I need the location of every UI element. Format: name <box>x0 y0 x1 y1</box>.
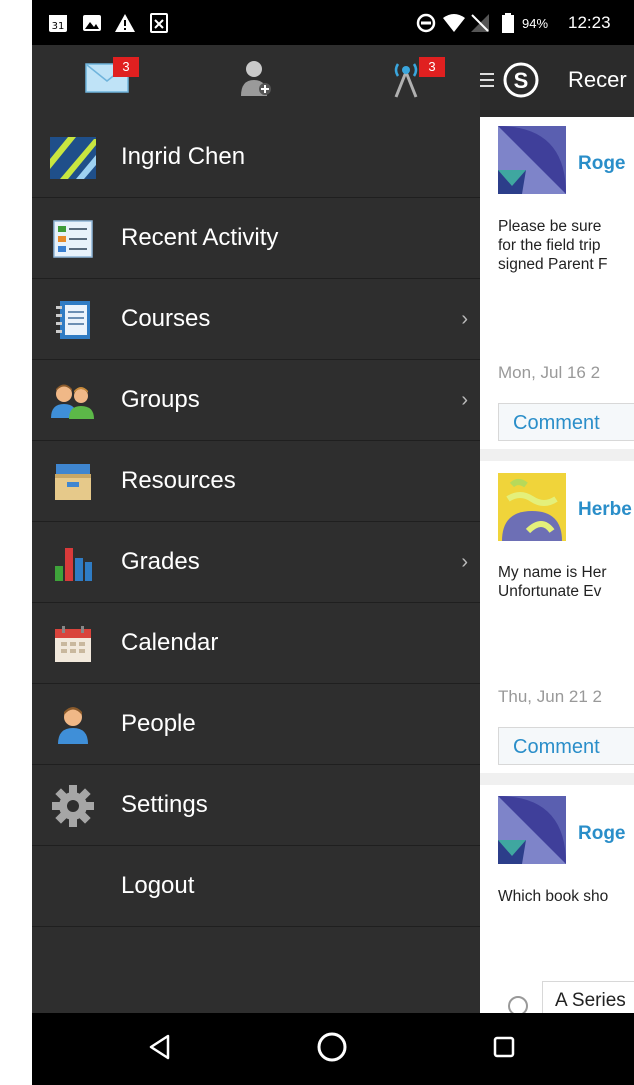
calendar-icon <box>50 623 96 665</box>
chevron-right-icon: › <box>461 308 468 330</box>
app-title: Recer <box>568 67 627 92</box>
post-author[interactable]: Roge <box>578 153 626 175</box>
drawer-item-label: Courses <box>121 305 211 332</box>
chevron-right-icon: › <box>461 389 468 411</box>
comment-button[interactable]: Comment <box>498 403 634 441</box>
notifications-badge: 3 <box>419 57 445 77</box>
post-body: Please be sure for the field trip signed… <box>498 217 634 274</box>
post-date: Mon, Jul 16 2 <box>498 363 601 382</box>
wifi-icon <box>442 13 466 33</box>
no-signal-icon <box>470 13 490 33</box>
drawer-item-label: Settings <box>121 791 208 818</box>
post-body: My name is Her Unfortunate Ev <box>498 563 634 601</box>
post-line: Please be sure <box>498 218 602 235</box>
person-icon <box>50 704 96 746</box>
poll-radio-button[interactable] <box>508 996 528 1013</box>
clock-time: 12:23 <box>568 13 611 32</box>
screen: 31 94% 12:23 3 3 Ingrid Chen Recent Acti… <box>0 0 634 1085</box>
system-navigation-bar <box>32 1013 634 1085</box>
dismiss-notification-icon <box>150 13 168 33</box>
bar-chart-icon <box>50 542 96 584</box>
drawer-item-settings[interactable]: Settings <box>32 765 480 846</box>
messages-button[interactable]: 3 <box>67 51 147 109</box>
home-circle-icon <box>316 1031 348 1068</box>
drawer-item-logout[interactable]: Logout <box>32 846 480 927</box>
drawer-item-profile[interactable]: Ingrid Chen <box>32 117 480 198</box>
drawer-item-label: Ingrid Chen <box>121 143 246 170</box>
drawer-item-recent-activity[interactable]: Recent Activity <box>32 198 480 279</box>
hamburger-menu-icon[interactable] <box>480 69 494 96</box>
home-button[interactable] <box>312 1031 352 1067</box>
drawer-item-label: Calendar <box>121 629 219 656</box>
signal-tower-icon <box>389 58 423 103</box>
drawer-item-resources[interactable]: Resources <box>32 441 480 522</box>
back-button[interactable] <box>140 1031 180 1067</box>
add-person-icon <box>239 58 273 103</box>
post-body: Which book sho <box>498 887 634 906</box>
drawer-header: 3 3 <box>32 45 480 117</box>
app-bar: S Recer <box>480 45 634 117</box>
profile-avatar-icon <box>50 137 96 179</box>
author-avatar[interactable] <box>498 473 566 541</box>
status-bar: 31 94% 12:23 <box>32 0 634 45</box>
svg-text:S: S <box>514 68 529 93</box>
notifications-button[interactable]: 3 <box>366 51 446 109</box>
left-margin <box>0 0 32 1085</box>
chevron-right-icon: › <box>461 551 468 573</box>
navigation-drawer: 3 3 Ingrid Chen Recent Activity Courses … <box>32 45 480 1013</box>
notebook-icon <box>50 299 96 341</box>
post-date: Thu, Jun 21 2 <box>498 687 602 706</box>
poll-option-box[interactable]: A Series <box>542 981 634 1013</box>
drawer-item-courses[interactable]: Courses › <box>32 279 480 360</box>
group-people-icon <box>50 380 96 422</box>
post-separator <box>480 449 634 461</box>
author-avatar[interactable] <box>498 126 566 194</box>
drawer-item-label: Logout <box>121 872 195 899</box>
drawer-item-calendar[interactable]: Calendar <box>32 603 480 684</box>
gear-icon <box>50 785 96 827</box>
messages-badge: 3 <box>113 57 139 77</box>
activity-list-icon <box>50 218 96 260</box>
recents-button[interactable] <box>484 1031 524 1067</box>
drawer-item-label: Groups <box>121 386 200 413</box>
drawer-item-label: People <box>121 710 196 737</box>
warning-notification-icon <box>114 13 136 33</box>
author-avatar[interactable] <box>498 796 566 864</box>
drawer-item-groups[interactable]: Groups › <box>32 360 480 441</box>
post-line: Unfortunate Ev <box>498 583 602 600</box>
calendar-day-text: 31 <box>52 21 65 32</box>
battery-percent: 94% <box>522 15 549 31</box>
do-not-disturb-icon <box>416 13 436 33</box>
drawer-item-label: Resources <box>121 467 236 494</box>
post-author[interactable]: Herbe <box>578 499 632 521</box>
image-notification-icon <box>82 13 102 33</box>
main-content: S Recer Roge Please be sure for the fiel… <box>480 45 634 1013</box>
comment-button[interactable]: Comment <box>498 727 634 765</box>
post-line: for the field trip <box>498 237 601 254</box>
post-separator <box>480 773 634 785</box>
drawer-item-grades[interactable]: Grades › <box>32 522 480 603</box>
battery-icon <box>502 13 514 33</box>
back-triangle-icon <box>148 1034 172 1065</box>
recents-square-icon <box>493 1036 515 1063</box>
poll-option-label: A Series <box>555 990 626 1011</box>
drawer-item-people[interactable]: People <box>32 684 480 765</box>
drawer-item-label: Grades <box>121 548 200 575</box>
post-line: signed Parent F <box>498 256 608 273</box>
drawer-item-label: Recent Activity <box>121 224 279 251</box>
post-author[interactable]: Roge <box>578 823 626 845</box>
post-line: Which book sho <box>498 888 609 905</box>
friend-requests-button[interactable] <box>216 51 296 109</box>
file-box-icon <box>50 461 96 503</box>
calendar-notification-icon: 31 <box>48 13 68 33</box>
post-line: My name is Her <box>498 564 607 581</box>
app-logo-icon: S <box>502 61 540 104</box>
